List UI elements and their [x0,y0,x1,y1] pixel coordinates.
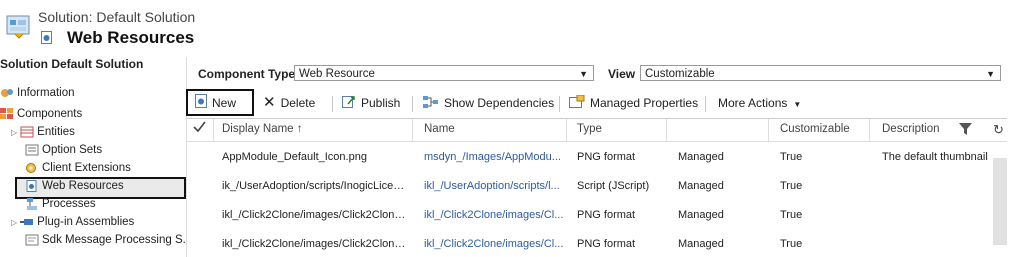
nav-section-title: Solution Default Solution [0,57,144,71]
processes-icon [25,197,39,210]
web-resource-icon [41,31,52,44]
view-select[interactable]: Customizable ▼ [640,65,1001,81]
column-separator [412,119,413,141]
sdk-message-icon [25,234,39,246]
column-separator [213,119,214,141]
select-all-checkmark-icon[interactable] [193,121,206,136]
solution-icon [5,12,33,40]
entities-icon [20,126,34,138]
dependencies-icon [423,94,439,114]
nav-divider [186,57,187,257]
column-separator [566,119,567,141]
new-icon [195,93,207,114]
view-label: View [608,67,636,81]
toolbar-separator [412,96,413,112]
expand-arrow-icon[interactable]: ▷ [11,128,17,137]
grid-top-border [187,118,1007,119]
nav-item-option-sets[interactable]: Option Sets [25,142,102,159]
dropdown-arrow-icon: ▼ [986,69,995,79]
column-separator [666,119,667,141]
new-button[interactable]: New [195,93,236,113]
column-separator [768,119,769,141]
nav-item-components[interactable]: Components [0,106,82,123]
show-dependencies-button[interactable]: Show Dependencies [423,93,554,113]
delete-button[interactable]: ✕ Delete [263,93,315,113]
row-customizable: True [780,238,803,250]
client-extensions-icon [25,162,39,174]
column-header-name[interactable]: Name [424,123,455,135]
row-name-link[interactable]: ikl_/UserAdoption/scripts/l... [424,180,564,192]
row-name-link[interactable]: msdyn_/Images/AppModu... [424,151,564,163]
delete-icon: ✕ [263,94,276,111]
component-type-select[interactable]: Web Resource ▼ [294,65,594,81]
vertical-scrollbar-thumb[interactable] [993,158,1007,245]
dropdown-arrow-icon: ▼ [579,69,588,79]
chevron-down-icon: ▼ [793,100,802,109]
row-customizable: True [780,209,803,221]
row-type: Script (JScript) [577,180,650,192]
solution-label: Solution: Default Solution [38,9,196,25]
row-type: PNG format [577,209,636,221]
row-type: PNG format [577,238,636,250]
option-sets-icon [25,144,39,156]
column-header-display-name[interactable]: Display Name ↑ [222,123,303,135]
row-display-name[interactable]: ik_/UserAdoption/scripts/InogicLicen... [222,180,407,192]
publish-icon [342,94,356,114]
row-display-name[interactable]: ikl_/Click2Clone/images/Click2Clone... [222,209,407,221]
column-separator [869,119,870,141]
toolbar-separator [705,96,706,112]
row-customizable: True [780,151,803,163]
row-display-name[interactable]: AppModule_Default_Icon.png [222,151,407,163]
nav-item-sdk-message[interactable]: Sdk Message Processing S... [25,232,185,249]
column-header-description[interactable]: Description [882,123,940,135]
row-state: Managed [678,151,724,163]
publish-button[interactable]: Publish [342,93,400,113]
page-title: Web Resources [67,28,195,47]
column-header-customizable[interactable]: Customizable [780,123,850,135]
components-icon [0,107,14,120]
managed-properties-button[interactable]: Managed Properties [569,93,698,113]
web-resources-icon [25,179,39,192]
plugin-assemblies-icon [20,216,34,228]
component-type-label: Component Type [198,67,296,81]
nav-item-web-resources[interactable]: Web Resources [25,178,124,195]
expand-arrow-icon[interactable]: ▷ [11,218,17,227]
row-name-link[interactable]: ikl_/Click2Clone/images/Cl... [424,209,564,221]
managed-properties-icon [569,94,585,114]
nav-item-information[interactable]: Information [0,85,75,102]
nav-item-client-extensions[interactable]: Client Extensions [25,160,131,177]
row-type: PNG format [577,151,636,163]
nav-item-processes[interactable]: Processes [25,196,96,213]
nav-item-plugin-assemblies[interactable]: ▷ Plug-in Assemblies [11,214,134,231]
refresh-icon[interactable]: ↻ [993,122,1004,138]
column-header-type[interactable]: Type [577,123,602,135]
grid-header-border [187,141,1007,142]
filter-icon[interactable] [959,123,972,138]
row-name-link[interactable]: ikl_/Click2Clone/images/Cl... [424,238,564,250]
row-state: Managed [678,180,724,192]
row-state: Managed [678,238,724,250]
more-actions-button[interactable]: More Actions ▼ [718,93,801,113]
sort-ascending-icon: ↑ [296,123,303,135]
row-customizable: True [780,180,803,192]
row-state: Managed [678,209,724,221]
toolbar-separator [559,96,560,112]
toolbar-separator [332,96,333,112]
row-description: The default thumbnail [882,151,988,163]
nav-item-entities[interactable]: ▷ Entities [11,124,75,141]
row-display-name[interactable]: ikl_/Click2Clone/images/Click2Clone... [222,238,407,250]
information-icon [0,87,14,99]
